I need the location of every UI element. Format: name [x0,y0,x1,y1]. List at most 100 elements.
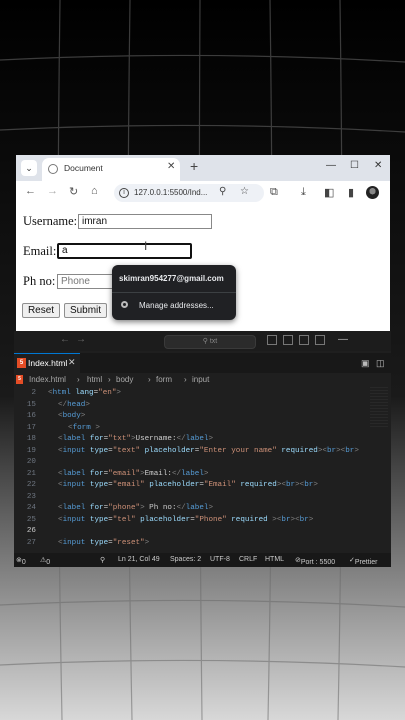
line-ending[interactable]: CRLF [239,556,257,563]
prettier-status[interactable]: ✓ Prettier [349,556,377,566]
code-line: <label for="phone"> Ph no:</label> [58,504,214,512]
download-icon[interactable]: ⤓ [301,186,306,199]
browser-tab[interactable]: Document ✕ [42,158,180,181]
line-number: 17 [26,423,36,432]
line-number: 20 [26,458,36,466]
zoom-icon[interactable]: ⚲ [219,186,226,197]
code-editor[interactable]: 2 15 16 17 18 19 20 21 22 23 24 25 26 27… [14,387,391,553]
autofill-divider [112,292,236,293]
error-count[interactable]: ⊗ 0 [16,556,26,566]
maximize-button[interactable]: ☐ [350,160,359,171]
minimize-button[interactable]: — [326,160,336,171]
live-server-port[interactable]: ⊘ Port : 5500 [295,556,335,566]
breadcrumb-input[interactable]: input [192,375,209,384]
bookmark-star-icon[interactable]: ☆ [240,186,249,197]
email-row: Email: [23,244,56,259]
tab-close-icon[interactable]: ✕ [167,161,175,172]
code-line: </head> [58,400,90,409]
html-file-icon: 5 [16,375,23,384]
command-center-search[interactable]: ⚲ txt [164,335,256,349]
line-number: 21 [26,469,36,478]
error-count-value: 0 [21,559,26,566]
email-input-value: a [62,245,68,256]
phone-input[interactable]: Phone [57,274,117,289]
forward-arrow-icon[interactable]: → [47,185,58,197]
tab-strip: ⌄ Document ✕ + — ☐ ✕ [16,155,390,181]
text-cursor-icon: I [144,239,148,253]
cursor-position[interactable]: Ln 21, Col 49 [118,556,160,563]
back-arrow-icon[interactable]: ← [60,334,70,345]
side-panel-icon[interactable]: ▮ [348,186,354,199]
port-value: Port : 5500 [300,559,336,566]
line-number: 15 [26,400,36,409]
email-label: Email: [23,244,57,258]
code-line: <html lang="en"> [48,389,121,397]
phone-row: Ph no: [23,274,55,289]
breadcrumb-form[interactable]: form [156,375,172,384]
username-input[interactable]: imran [78,214,212,229]
split-view-icon[interactable]: ◧ [324,186,334,199]
breadcrumb: 5 Index.html › html › body › form › inpu… [14,373,391,387]
indentation[interactable]: Spaces: 2 [170,556,201,563]
minimize-button[interactable]: — [338,334,348,345]
browser-toolbar: ← → ↻ ⌂ i 127.0.0.1:5500/Ind... ⚲ ☆ ⧉ ⤓ … [16,181,390,205]
breadcrumb-file[interactable]: Index.html [29,375,66,384]
forward-arrow-icon[interactable]: → [76,334,86,345]
html-file-icon: 5 [17,358,26,368]
address-url: 127.0.0.1:5500/Ind... [134,188,208,197]
tab-search-button[interactable]: ⌄ [21,160,37,176]
split-editor-icon[interactable]: ◫ [376,358,385,369]
reset-button[interactable]: Reset [22,303,60,318]
open-preview-icon[interactable]: ▣ [361,358,370,369]
home-icon[interactable]: ⌂ [91,185,98,197]
code-line: <input type="tel" placeholder="Phone" re… [58,515,314,524]
breadcrumb-body[interactable]: body [116,375,133,384]
line-number: 24 [26,504,36,512]
line-number-active: 26 [26,527,36,535]
phone-label: Ph no: [23,274,56,288]
breadcrumb-html[interactable]: html [87,375,102,384]
line-number: 16 [26,412,36,420]
toggle-secondary-sidebar-icon[interactable] [299,335,309,345]
username-label: Username: [23,214,78,228]
autofill-suggestion-email[interactable]: skimran954277@gmail.com [119,274,224,283]
warning-count[interactable]: ⚠ 0 [40,556,50,566]
code-line: <input type="email" placeholder="Email" … [58,481,318,489]
globe-icon [48,164,58,174]
site-info-icon[interactable]: i [119,188,129,198]
toggle-panel-icon[interactable] [283,335,293,345]
chevron-right-icon: › [184,375,187,384]
new-tab-button[interactable]: + [190,158,198,174]
code-line: <label for="txt">Username:</label> [58,435,214,443]
back-arrow-icon[interactable]: ← [25,185,36,197]
language-mode[interactable]: HTML [265,556,284,563]
email-input[interactable]: a I [57,239,192,259]
close-window-button[interactable]: ✕ [374,160,382,171]
reload-icon[interactable]: ↻ [69,185,78,198]
line-number: 27 [26,538,36,547]
line-number: 22 [26,481,36,489]
chevron-right-icon: › [77,375,80,384]
username-row: Username: [23,214,77,229]
editor-tab-index-html[interactable]: 5 Index.html ✕ [14,353,80,373]
encoding[interactable]: UTF-8 [210,556,230,563]
command-center-text: txt [209,338,218,345]
tab-close-icon[interactable]: ✕ [68,357,76,368]
line-number: 23 [26,492,36,501]
chevron-right-icon: › [148,375,151,384]
vscode-window: ← → ⚲ txt — 5 Index.html ✕ ▣ ◫ 5 Index.h… [14,331,391,567]
profile-avatar[interactable] [366,186,379,199]
zoom-icon[interactable]: ⚲ [100,556,105,564]
submit-button[interactable]: Submit [64,303,107,318]
extensions-icon[interactable]: ⧉ [270,186,278,199]
prettier-label: Prettier [354,559,378,566]
minimap[interactable] [370,387,388,427]
code-line: <input type="reset"> [58,538,150,547]
toggle-sidebar-icon[interactable] [267,335,277,345]
manage-addresses-link[interactable]: Manage addresses... [139,301,214,310]
line-number: 2 [31,389,36,397]
address-bar[interactable]: i 127.0.0.1:5500/Ind... ⚲ ☆ [114,184,264,202]
customize-layout-icon[interactable] [315,335,325,345]
code-line: <form > [68,423,100,432]
tab-title: Document [64,163,103,173]
